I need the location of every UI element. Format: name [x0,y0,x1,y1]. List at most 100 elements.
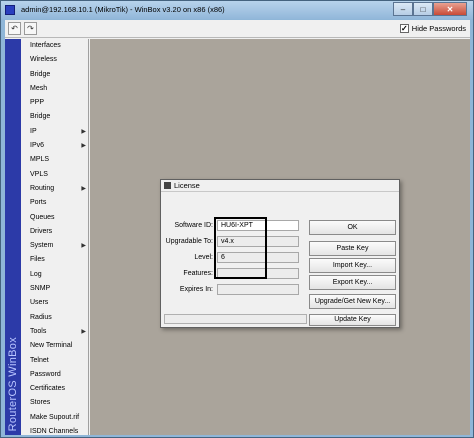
window-controls: – □ ✕ [393,2,467,16]
ok-button[interactable]: OK [309,220,396,235]
toolbar: ↶ ↷ ✓ Hide Passwords [5,20,470,38]
sidebar-item-telnet[interactable]: Telnet [21,354,89,368]
sidebar-item-ppp[interactable]: PPP [21,96,89,110]
sidebar-item-label: IPv6 [30,142,45,150]
export-key-button[interactable]: Export Key... [309,275,396,290]
brand-text: RouterOS WinBox [7,336,19,431]
sidebar-item-files[interactable]: Files [21,253,89,267]
sidebar-item-queues[interactable]: Queues [21,211,89,225]
sidebar: RouterOS WinBox Interfaces Wireless Bridge… [5,39,89,435]
expires-in-field[interactable] [217,284,299,295]
hide-passwords-checkbox[interactable]: ✓ [399,24,409,33]
undo-icon: ↶ [11,24,18,33]
sidebar-item-label: Radius [30,313,52,321]
sidebar-item-new-terminal[interactable]: New Terminal [21,339,89,353]
sidebar-item-label: Users [30,299,49,307]
sidebar-item-snmp[interactable]: SNMP [21,282,89,296]
sidebar-item-radius[interactable]: Radius [21,311,89,325]
sidebar-item-label: Make Supout.rif [30,413,80,421]
sidebar-item-interfaces[interactable]: Interfaces [21,39,89,53]
minimize-button[interactable]: – [393,2,413,16]
sidebar-item-label: Password [30,370,61,378]
sidebar-item-mesh[interactable]: Mesh [21,82,89,96]
license-dialog: License Software ID: HU6I-XPT Upgradable… [160,179,400,328]
sidebar-item-label: Queues [30,213,55,221]
software-id-label: Software ID: [174,222,213,229]
winbox-app-icon [5,5,15,15]
status-bar [164,314,307,324]
redo-button[interactable]: ↷ [24,22,37,35]
sidebar-item-label: System [30,242,54,250]
sidebar-item-label: Routing [30,184,55,192]
paste-key-button[interactable]: Paste Key [309,241,396,256]
sidebar-item-ports[interactable]: Ports [21,196,89,210]
sidebar-item-system[interactable]: System ▶ [21,239,89,253]
sidebar-item-label: MPLS [30,156,50,164]
sidebar-item-isdn-channels[interactable]: ISDN Channels [21,425,89,438]
workspace: License Software ID: HU6I-XPT Upgradable… [90,39,470,435]
dialog-title: License [174,181,200,190]
sidebar-item-label: Drivers [30,227,53,235]
level-label: Level: [194,254,213,261]
sidebar-item-certificates[interactable]: Certificates [21,382,89,396]
winbox-window: admin@192.168.10.1 (MikroTik) - WinBox v… [0,0,474,438]
brand-strip: RouterOS WinBox [5,39,21,435]
close-button[interactable]: ✕ [433,2,467,16]
sidebar-item-bridge[interactable]: Bridge [21,68,89,82]
sidebar-menu: Interfaces Wireless Bridge Mesh PPP Bridge IP ▶… [21,39,89,438]
upgrade-get-new-key-button[interactable]: Upgrade/Get New Key... [309,294,396,309]
hide-passwords-label: Hide Passwords [411,24,466,33]
sidebar-item-routing[interactable]: Routing ▶ [21,182,89,196]
sidebar-item-label: SNMP [30,285,51,293]
sidebar-item-bridge[interactable]: Bridge [21,110,89,124]
sidebar-item-label: Ports [30,199,47,207]
sidebar-item-label: VPLS [30,170,48,178]
import-key-button[interactable]: Import Key... [309,258,396,273]
license-icon [164,182,171,189]
sidebar-item-label: Telnet [30,356,49,364]
redo-icon: ↷ [27,24,34,33]
sidebar-item-ipv6[interactable]: IPv6 ▶ [21,139,89,153]
submenu-arrow-icon: ▶ [81,185,86,192]
sidebar-item-wireless[interactable]: Wireless [21,53,89,67]
upgradable-to-label: Upgradable To: [165,238,213,245]
sidebar-item-label: Certificates [30,385,66,393]
sidebar-item-label: ISDN Channels [30,428,79,436]
submenu-arrow-icon: ▶ [81,243,86,250]
hide-passwords-toggle[interactable]: ✓ Hide Passwords [399,24,466,33]
sidebar-item-log[interactable]: Log [21,268,89,282]
sidebar-item-password[interactable]: Password [21,368,89,382]
sidebar-item-label: Wireless [30,56,57,64]
highlight-box [214,217,267,279]
features-label: Features: [183,270,213,277]
sidebar-item-label: Mesh [30,84,48,92]
sidebar-item-label: Bridge [30,70,51,78]
sidebar-item-label: Bridge [30,113,51,121]
sidebar-item-label: Interfaces [30,42,61,49]
sidebar-item-mpls[interactable]: MPLS [21,153,89,167]
expires-in-label: Expires In: [179,286,213,293]
sidebar-item-drivers[interactable]: Drivers [21,225,89,239]
sidebar-item-label: Files [30,256,45,264]
sidebar-item-ip[interactable]: IP ▶ [21,125,89,139]
title-bar[interactable]: admin@192.168.10.1 (MikroTik) - WinBox v… [1,1,473,19]
sidebar-item-label: New Terminal [30,342,73,350]
submenu-arrow-icon: ▶ [81,128,86,135]
sidebar-item-stores[interactable]: Stores [21,396,89,410]
submenu-arrow-icon: ▶ [81,328,86,335]
sidebar-item-vpls[interactable]: VPLS [21,168,89,182]
maximize-button[interactable]: □ [413,2,433,16]
sidebar-item-label: IP [30,127,37,135]
sidebar-item-make-supout-rif[interactable]: Make Supout.rif [21,411,89,425]
sidebar-item-users[interactable]: Users [21,296,89,310]
undo-button[interactable]: ↶ [8,22,21,35]
sidebar-item-label: PPP [30,99,45,107]
client-area: ↶ ↷ ✓ Hide Passwords RouterOS WinBox Int… [5,20,470,435]
sidebar-item-tools[interactable]: Tools ▶ [21,325,89,339]
sidebar-item-label: Tools [30,327,47,335]
update-key-button[interactable]: Update Key [309,314,396,326]
sidebar-item-label: Log [30,270,42,278]
sidebar-item-label: Stores [30,399,51,407]
submenu-arrow-icon: ▶ [81,143,86,150]
dialog-title-bar[interactable]: License [161,180,399,192]
